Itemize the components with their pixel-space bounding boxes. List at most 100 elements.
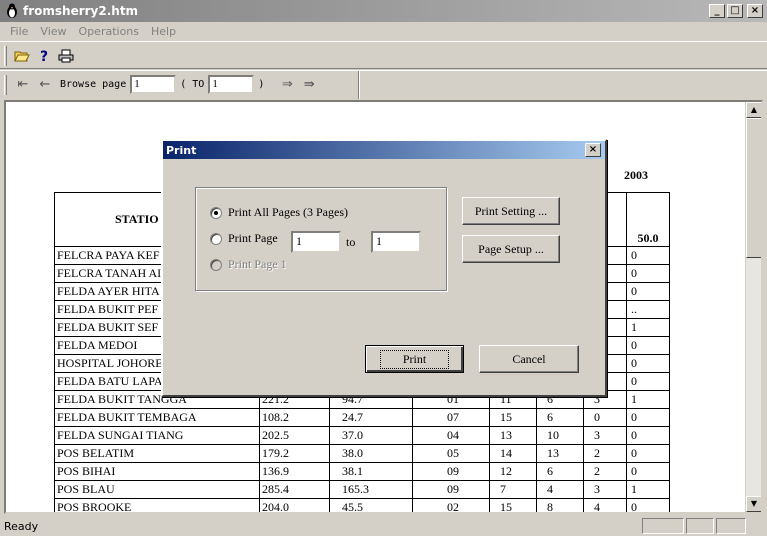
page-to-input[interactable]: 1 — [371, 231, 421, 253]
value-cell: 12 — [489, 462, 537, 481]
value-cell: 15 — [489, 498, 537, 512]
minimize-button[interactable]: _ — [709, 4, 725, 18]
title-bar: fromsherry2.htm _ □ × — [0, 0, 767, 22]
print-setting-button[interactable]: Print Setting ... — [462, 197, 560, 225]
radio-current-page-label: Print Page 1 — [228, 257, 287, 271]
radio-button-checked[interactable] — [210, 206, 222, 219]
menu-help[interactable]: Help — [145, 25, 182, 38]
printer-icon[interactable] — [56, 46, 76, 66]
menu-bar: File View Operations Help — [0, 22, 767, 42]
menu-file[interactable]: File — [4, 25, 34, 38]
browse-page-label: Browse page — [60, 79, 127, 90]
value-cell: 07 — [412, 408, 490, 427]
station-cell: POS BROOKE — [54, 498, 260, 512]
menu-view[interactable]: View — [34, 25, 72, 38]
print-button-label: Print — [379, 349, 450, 369]
scroll-down-button[interactable]: ▼ — [746, 496, 761, 512]
station-cell: POS BLAU — [54, 480, 260, 499]
value-cell: 38.1 — [329, 462, 413, 481]
browse-grip — [4, 74, 7, 95]
status-panel — [642, 518, 684, 534]
value-cell: 1 — [626, 318, 670, 337]
browse-from-input[interactable]: 1 — [130, 75, 177, 94]
browse-close-paren: ) — [258, 79, 265, 90]
value-cell: 6 — [536, 408, 584, 427]
value-cell: 165.3 — [329, 480, 413, 499]
value-cell: 24.7 — [329, 408, 413, 427]
page-to-label: to — [346, 235, 356, 249]
value-cell: 0 — [626, 444, 670, 463]
value-cell: 202.5 — [259, 426, 330, 445]
next-page-button[interactable]: ⇒ — [276, 75, 298, 95]
value-cell: 38.0 — [329, 444, 413, 463]
value-cell: 4 — [583, 498, 627, 512]
value-cell: 4 — [536, 480, 584, 499]
station-cell: POS BELATIM — [54, 444, 260, 463]
dialog-title: Print — [166, 143, 197, 157]
prev-page-button[interactable]: ← — [34, 75, 56, 95]
scroll-thumb[interactable] — [746, 118, 761, 258]
value-cell: 3 — [583, 426, 627, 445]
last-page-button[interactable]: ⇛ — [298, 75, 320, 95]
value-cell: 0 — [626, 354, 670, 373]
station-cell: FELDA SUNGAI TIANG — [54, 426, 260, 445]
value-cell: 37.0 — [329, 426, 413, 445]
radio-current-page: Print Page 1 — [210, 257, 287, 272]
value-cell: 13 — [489, 426, 537, 445]
print-dialog: Print × Print All Pages (3 Pages) Print … — [161, 139, 607, 397]
value-cell: 0 — [626, 282, 670, 301]
value-cell: 0 — [626, 408, 670, 427]
value-cell: 136.9 — [259, 462, 330, 481]
status-bar: Ready — [0, 516, 767, 536]
station-cell: POS BIHAI — [54, 462, 260, 481]
page-setup-button[interactable]: Page Setup ... — [462, 235, 560, 263]
radio-page-range[interactable]: Print Page — [210, 231, 278, 246]
value-cell: 0 — [626, 336, 670, 355]
browse-to-label: ( TO — [180, 79, 205, 90]
radio-all-pages[interactable]: Print All Pages (3 Pages) — [210, 205, 348, 220]
table-row: POS BLAU 285.4 165.3 09 7 4 3 1 — [54, 480, 670, 499]
help-icon[interactable]: ? — [34, 46, 54, 66]
value-cell: 10 — [536, 426, 584, 445]
scroll-up-button[interactable]: ▲ — [746, 102, 761, 118]
value-cell: 6 — [536, 462, 584, 481]
table-row: POS BELATIM 179.2 38.0 05 14 13 2 0 — [54, 444, 670, 463]
maximize-button[interactable]: □ — [727, 4, 743, 18]
first-page-button[interactable]: ⇤ — [12, 75, 34, 95]
value-cell: 0 — [626, 264, 670, 283]
value-cell: 3 — [583, 480, 627, 499]
value-cell: 2 — [583, 444, 627, 463]
browse-to-input[interactable]: 1 — [208, 75, 255, 94]
value-cell: 04 — [412, 426, 490, 445]
value-cell: 1 — [626, 480, 670, 499]
header-col-b: 50.0 — [626, 192, 670, 247]
value-cell: 02 — [412, 498, 490, 512]
radio-button-disabled — [210, 258, 222, 271]
close-button[interactable]: × — [747, 4, 763, 18]
menu-operations[interactable]: Operations — [73, 25, 145, 38]
svg-text:?: ? — [40, 49, 48, 64]
cancel-button[interactable]: Cancel — [479, 345, 579, 373]
value-cell: 0 — [626, 246, 670, 265]
station-cell: FELDA BUKIT TEMBAGA — [54, 408, 260, 427]
radio-page-range-label: Print Page — [228, 231, 278, 245]
open-folder-icon[interactable] — [12, 46, 32, 66]
value-cell: 179.2 — [259, 444, 330, 463]
status-panel — [716, 518, 746, 534]
radio-all-pages-label: Print All Pages (3 Pages) — [228, 205, 348, 219]
value-cell: 09 — [412, 462, 490, 481]
value-cell: 0 — [583, 408, 627, 427]
browse-bar: ⇤ ← Browse page 1 ( TO 1 ) ⇒ ⇛ — [0, 70, 767, 99]
dialog-close-button[interactable]: × — [585, 143, 601, 157]
print-button[interactable]: Print — [365, 345, 464, 373]
value-cell: .. — [626, 300, 670, 319]
value-cell: 285.4 — [259, 480, 330, 499]
value-cell: 204.0 — [259, 498, 330, 512]
vertical-scrollbar[interactable]: ▲ ▼ — [745, 102, 761, 512]
table-row: POS BIHAI 136.9 38.1 09 12 6 2 0 — [54, 462, 670, 481]
value-cell: 45.5 — [329, 498, 413, 512]
radio-button[interactable] — [210, 232, 222, 245]
value-cell: 8 — [536, 498, 584, 512]
value-cell: 15 — [489, 408, 537, 427]
page-from-input[interactable]: 1 — [291, 231, 341, 253]
